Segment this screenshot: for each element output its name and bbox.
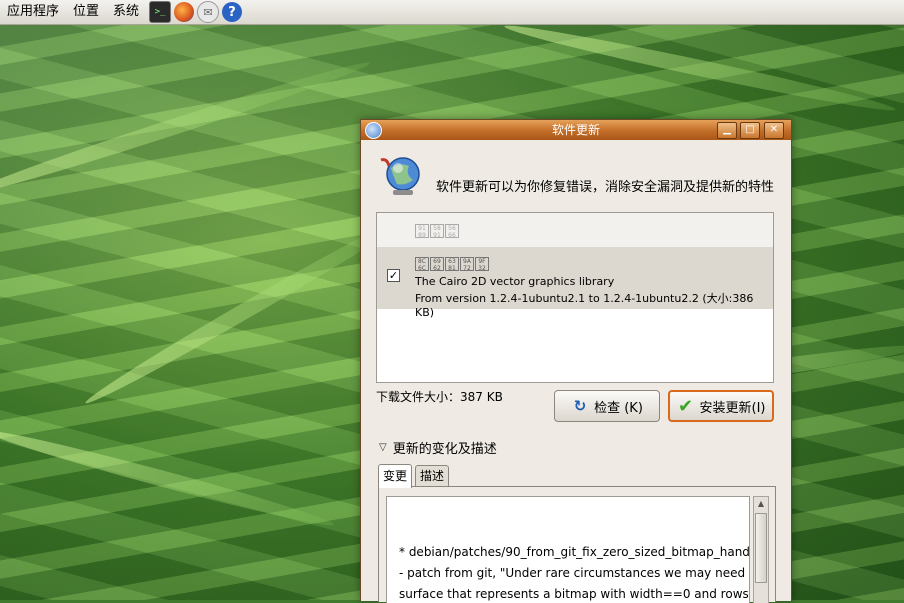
checkmark-icon: ✔ <box>677 395 694 417</box>
install-button-label: 安装更新(I) <box>699 400 766 416</box>
top-panel: 应用程序 位置 系统 >_ ✉ ? <box>0 0 904 25</box>
scroll-up-icon[interactable]: ▲ <box>754 497 768 511</box>
close-button[interactable]: ✕ <box>764 122 784 139</box>
package-description: The Cairo 2D vector graphics library <box>415 275 615 288</box>
menu-applications[interactable]: 应用程序 <box>0 0 66 24</box>
glyph-box: 63 81 <box>445 256 459 271</box>
package-name: 8C 6C69 6263 819A 729F 32 <box>415 256 490 271</box>
update-manager-globe-icon <box>380 157 420 195</box>
changelog-line: * debian/patches/90_from_git_fix_zero_si… <box>399 545 750 559</box>
updates-list[interactable]: 91 89 C0 8158 91 8B 8156 66 F4 8B ✓ 8C 6… <box>376 212 774 383</box>
changes-expander[interactable]: ▽ 更新的变化及描述 <box>379 438 497 457</box>
install-updates-button[interactable]: ✔ 安装更新(I) <box>668 390 774 422</box>
tab-description[interactable]: 描述 <box>415 465 450 487</box>
update-checkbox[interactable]: ✓ <box>387 269 400 282</box>
window-menu-icon[interactable] <box>365 122 382 139</box>
changes-tab-panel: * debian/patches/90_from_git_fix_zero_si… <box>378 486 776 603</box>
package-version: From version 1.2.4-1ubuntu2.1 to 1.2.4-1… <box>415 292 754 319</box>
download-size-label: 下载文件大小：387 KB <box>376 390 503 404</box>
grass-blade <box>0 423 336 533</box>
glyph-box: 9F 32 <box>475 256 489 271</box>
expander-label: 更新的变化及描述 <box>392 442 497 457</box>
glyph-box: 69 62 <box>430 256 444 271</box>
glyph-box: 58 91 8B 81 <box>430 223 444 238</box>
minimize-button[interactable]: ▁ <box>717 122 737 139</box>
glyph-box: 56 66 F4 8B <box>445 223 459 238</box>
scroll-thumb[interactable] <box>755 513 767 583</box>
window-title: 软件更新 <box>551 123 600 137</box>
changelog-scrollbar[interactable]: ▲ <box>753 496 769 603</box>
expander-arrow-icon: ▽ <box>379 442 387 453</box>
list-group-row: 91 89 C0 8158 91 8B 8156 66 F4 8B <box>377 213 773 247</box>
changelog-textview[interactable]: * debian/patches/90_from_git_fix_zero_si… <box>386 496 750 603</box>
update-row[interactable]: ✓ 8C 6C69 6263 819A 729F 32 The Cairo 2D… <box>377 247 773 319</box>
header-description: 软件更新可以为你修复错误，消除安全漏洞及提供新的特性 <box>436 180 775 195</box>
firefox-icon[interactable] <box>174 2 195 22</box>
window-titlebar[interactable]: 软件更新 ▁ □ ✕ <box>361 120 791 140</box>
menu-places[interactable]: 位置 <box>66 0 106 24</box>
glyph-box: 8C 6C <box>415 256 429 271</box>
mail-icon[interactable]: ✉ <box>197 1 220 23</box>
help-icon[interactable]: ? <box>222 2 243 22</box>
glyph-box: 9A 72 <box>460 256 474 271</box>
check-button-label: 检查 (K) <box>594 400 643 416</box>
refresh-icon: ↻ <box>573 397 587 415</box>
check-button[interactable]: ↻ 检查 (K) <box>554 390 660 422</box>
glyph-box: 91 89 C0 81 <box>415 223 429 238</box>
menu-system[interactable]: 系统 <box>106 0 146 24</box>
terminal-icon[interactable]: >_ <box>149 1 172 23</box>
grass-blade <box>502 18 898 118</box>
maximize-button[interactable]: □ <box>740 122 760 139</box>
changelog-line: - patch from git, "Under rare circumstan… <box>399 566 746 580</box>
software-update-window: 软件更新 ▁ □ ✕ 软件更新可以为你修复错误，消除安全漏洞及提供新的特性 91… <box>360 119 792 603</box>
grass-blade <box>0 55 373 201</box>
changelog-line: surface that represents a bitmap with wi… <box>399 587 749 601</box>
group-label: 91 89 C0 8158 91 8B 8156 66 F4 8B <box>415 223 460 239</box>
tab-changes[interactable]: 变更 <box>378 464 413 488</box>
